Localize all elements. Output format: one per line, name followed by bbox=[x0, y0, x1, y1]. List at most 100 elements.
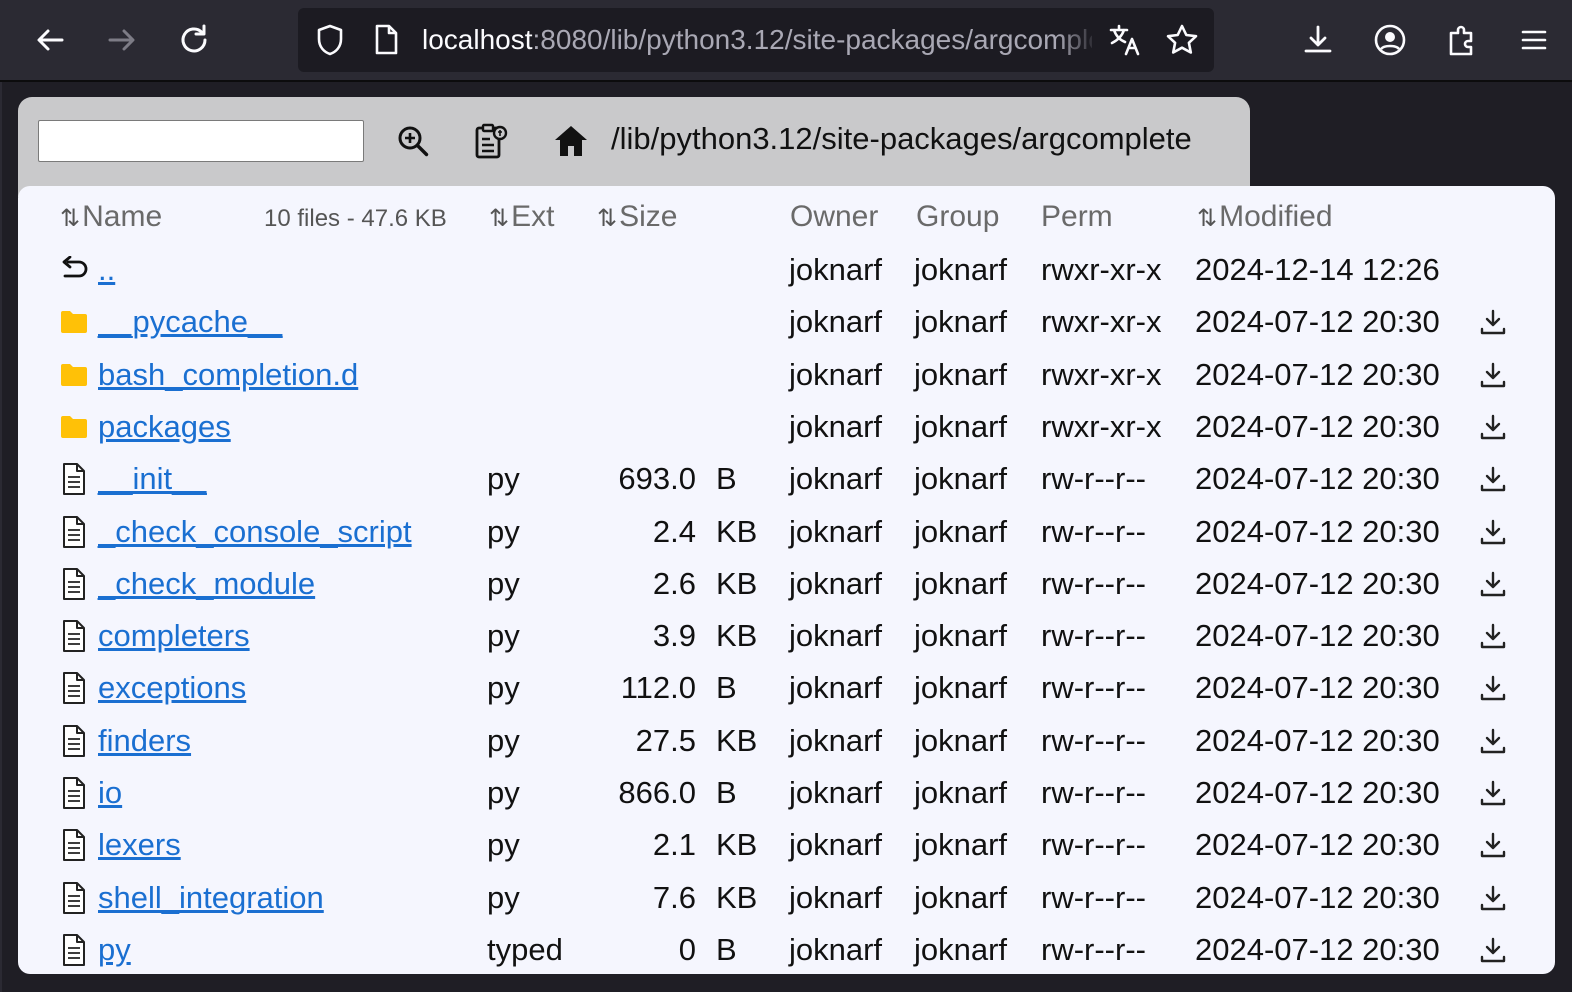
entry-size: 693.0 bbox=[618, 461, 696, 497]
translate-icon[interactable] bbox=[1106, 22, 1146, 58]
download-icon[interactable] bbox=[1476, 610, 1510, 662]
download-icon[interactable] bbox=[1476, 715, 1510, 767]
entry-modified: 2024-12-14 12:26 bbox=[1195, 252, 1440, 287]
file-row[interactable]: py typed 0 Bjoknarf joknarf rw-r--r-- 2024-07-… bbox=[0, 924, 1572, 976]
sort-icon: ⇅ bbox=[1197, 205, 1218, 232]
download-icon[interactable] bbox=[1476, 558, 1510, 610]
download-icon[interactable] bbox=[1476, 872, 1510, 924]
entry-modified: 2024-07-12 20:30 bbox=[1195, 513, 1440, 549]
parent-dir-row[interactable]: .. joknarf joknarf rwxr-xr-x 2024-12-14 12:2… bbox=[0, 244, 1572, 296]
column-header-name[interactable]: ⇅Name bbox=[60, 198, 162, 238]
hamburger-menu-icon bbox=[1521, 30, 1547, 50]
entry-name-link[interactable]: shell_integration bbox=[98, 872, 324, 924]
report-button[interactable] bbox=[470, 120, 512, 162]
bookmark-star-icon[interactable] bbox=[1164, 22, 1200, 58]
current-path: /lib/python3.12/site-packages/argcomplet… bbox=[611, 121, 1192, 156]
folder-row[interactable]: bash_completion.d joknarf joknarf rwxr-xr-x… bbox=[0, 349, 1572, 401]
filter-input[interactable] bbox=[38, 120, 364, 162]
download-icon[interactable] bbox=[1476, 819, 1510, 871]
download-icon[interactable] bbox=[1476, 506, 1510, 558]
entry-perm: rw-r--r-- bbox=[1041, 618, 1146, 654]
page-icon[interactable] bbox=[368, 22, 404, 58]
entry-size-unit: KB bbox=[716, 722, 758, 758]
entry-owner: joknarf bbox=[789, 618, 883, 654]
entry-perm: rwxr-xr-x bbox=[1041, 408, 1162, 444]
file-row[interactable]: shell_integration py 7.6 KB joknarf joknarf rw… bbox=[0, 872, 1572, 924]
entry-ext: py bbox=[487, 722, 520, 758]
entry-size-unit: KB bbox=[716, 565, 758, 601]
entry-name-link[interactable]: _check_module bbox=[98, 558, 315, 610]
download-icon[interactable] bbox=[1476, 662, 1510, 714]
download-icon[interactable] bbox=[1476, 924, 1510, 976]
file-row[interactable]: io py 866.0 Bjoknarf joknarf rw-r--r-- 2024-07… bbox=[0, 767, 1572, 819]
entry-modified: 2024-07-12 20:30 bbox=[1195, 356, 1440, 392]
entry-name-link[interactable]: completers bbox=[98, 610, 250, 662]
entry-owner: joknarf bbox=[789, 252, 883, 287]
file-row[interactable]: _check_module py 2.6 KB joknarf joknarf rw-r--… bbox=[0, 558, 1572, 610]
forward-button[interactable] bbox=[102, 20, 142, 60]
entry-name-link[interactable]: lexers bbox=[98, 819, 181, 871]
url-text[interactable]: localhost:8080/lib/python3.12/site-packa… bbox=[422, 8, 1092, 72]
downloads-button[interactable] bbox=[1298, 20, 1338, 60]
column-header-size[interactable]: ⇅Size bbox=[597, 198, 677, 238]
column-header-modified[interactable]: ⇅Modified bbox=[1197, 198, 1333, 238]
sort-icon: ⇅ bbox=[597, 205, 618, 232]
download-icon[interactable] bbox=[1476, 453, 1510, 505]
column-header-ext[interactable]: ⇅Ext bbox=[489, 198, 554, 238]
entry-perm: rwxr-xr-x bbox=[1041, 356, 1162, 392]
download-icon[interactable] bbox=[1476, 401, 1510, 453]
reload-button[interactable] bbox=[174, 20, 214, 60]
folder-row[interactable]: packages joknarf joknarf rwxr-xr-x 2024-07-1… bbox=[0, 401, 1572, 453]
entry-modified: 2024-07-12 20:30 bbox=[1195, 827, 1440, 863]
entry-group: joknarf bbox=[914, 356, 1008, 392]
back-button[interactable] bbox=[30, 20, 70, 60]
shield-icon[interactable] bbox=[312, 22, 348, 58]
folder-icon bbox=[58, 401, 90, 453]
download-icon[interactable] bbox=[1476, 296, 1510, 348]
entry-name-link[interactable]: packages bbox=[98, 401, 231, 453]
entry-name-link[interactable]: _check_console_script bbox=[98, 506, 412, 558]
file-row[interactable]: __init__ py 693.0 Bjoknarf joknarf rw-r--r-- 2… bbox=[0, 453, 1572, 505]
entry-modified: 2024-07-12 20:30 bbox=[1195, 775, 1440, 810]
entry-owner: joknarf bbox=[789, 461, 883, 497]
file-row[interactable]: finders py 27.5 KB joknarf joknarf rw-r--r-- 20… bbox=[0, 715, 1572, 767]
entry-modified: 2024-07-12 20:30 bbox=[1195, 931, 1440, 967]
entry-name-link[interactable]: io bbox=[98, 767, 122, 819]
entry-owner: joknarf bbox=[789, 775, 883, 810]
address-bar[interactable]: localhost:8080/lib/python3.12/site-packa… bbox=[298, 8, 1214, 72]
account-button[interactable] bbox=[1370, 20, 1410, 60]
download-icon[interactable] bbox=[1476, 767, 1510, 819]
file-row[interactable]: exceptions py 112.0 Bjoknarf joknarf rw-r--r-… bbox=[0, 662, 1572, 714]
home-button[interactable] bbox=[550, 120, 592, 162]
entry-perm: rwxr-xr-x bbox=[1041, 304, 1162, 340]
column-header-group: Group bbox=[916, 200, 1000, 233]
entry-name-link[interactable]: py bbox=[98, 924, 131, 976]
entry-group: joknarf bbox=[914, 722, 1008, 758]
entry-name-link[interactable]: __pycache__ bbox=[98, 296, 282, 348]
entry-name-link[interactable]: .. bbox=[98, 244, 115, 296]
column-header-perm: Perm bbox=[1041, 200, 1113, 233]
entry-size: 112.0 bbox=[620, 670, 696, 706]
file-row[interactable]: _check_console_script py 2.4 KB joknarf jokna… bbox=[0, 506, 1572, 558]
extensions-button[interactable] bbox=[1442, 20, 1482, 60]
menu-button[interactable] bbox=[1514, 20, 1554, 60]
entry-perm: rw-r--r-- bbox=[1041, 565, 1146, 601]
entry-size: 2.1 bbox=[652, 827, 696, 863]
entry-perm: rw-r--r-- bbox=[1041, 931, 1146, 967]
entry-group: joknarf bbox=[914, 252, 1008, 287]
entry-name-link[interactable]: __init__ bbox=[98, 453, 207, 505]
file-row[interactable]: lexers py 2.1 KB joknarf joknarf rw-r--r-- 2024… bbox=[0, 819, 1572, 871]
puzzle-icon bbox=[1449, 25, 1473, 56]
entry-perm: rwxr-xr-x bbox=[1041, 252, 1162, 287]
entry-name-link[interactable]: finders bbox=[98, 715, 191, 767]
download-icon[interactable] bbox=[1476, 349, 1510, 401]
entry-name-link[interactable]: bash_completion.d bbox=[98, 349, 358, 401]
folder-row[interactable]: __pycache__ joknarf joknarf rwxr-xr-x 2024-0… bbox=[0, 296, 1572, 348]
entry-perm: rw-r--r-- bbox=[1041, 670, 1146, 706]
search-button[interactable] bbox=[392, 120, 434, 162]
file-row[interactable]: completers py 3.9 KB joknarf joknarf rw-r--r--… bbox=[0, 610, 1572, 662]
column-header-ext-label: Ext bbox=[511, 200, 555, 233]
entry-name-link[interactable]: exceptions bbox=[98, 662, 246, 714]
entry-perm: rw-r--r-- bbox=[1041, 879, 1146, 915]
entry-size: 7.6 bbox=[652, 879, 696, 915]
